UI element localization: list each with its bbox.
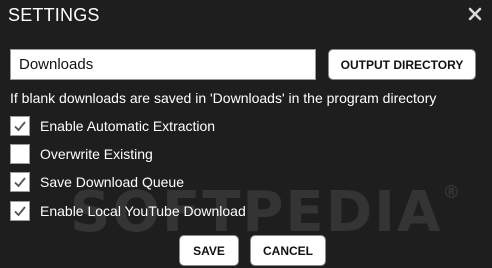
save-button[interactable]: SAVE [179,235,239,266]
checkmark-icon [14,177,26,188]
option-label: Enable Local YouTube Download [40,203,246,219]
settings-dialog: SETTINGS OUTPUT DIRECTORY If blank downl… [0,0,492,268]
option-save-download-queue[interactable]: Save Download Queue [10,172,184,192]
option-label: Save Download Queue [40,174,184,190]
cancel-button[interactable]: CANCEL [250,235,326,266]
registered-mark: ® [442,182,463,203]
directory-hint-text: If blank downloads are saved in 'Downloa… [10,90,437,106]
option-label: Overwrite Existing [40,146,153,162]
dialog-title: SETTINGS [8,5,100,25]
checkbox-local-youtube-download[interactable] [10,201,30,221]
option-overwrite-existing[interactable]: Overwrite Existing [10,144,153,164]
option-enable-local-youtube-download[interactable]: Enable Local YouTube Download [10,201,246,221]
output-directory-button[interactable]: OUTPUT DIRECTORY [328,49,476,80]
option-enable-automatic-extraction[interactable]: Enable Automatic Extraction [10,116,215,136]
checkbox-save-download-queue[interactable] [10,172,30,192]
close-icon[interactable] [466,5,484,23]
option-label: Enable Automatic Extraction [40,118,216,134]
checkbox-automatic-extraction[interactable] [10,116,30,136]
checkbox-overwrite-existing[interactable] [10,144,30,164]
checkmark-icon [14,121,26,132]
checkmark-icon [14,206,26,217]
output-directory-input[interactable] [10,49,316,80]
